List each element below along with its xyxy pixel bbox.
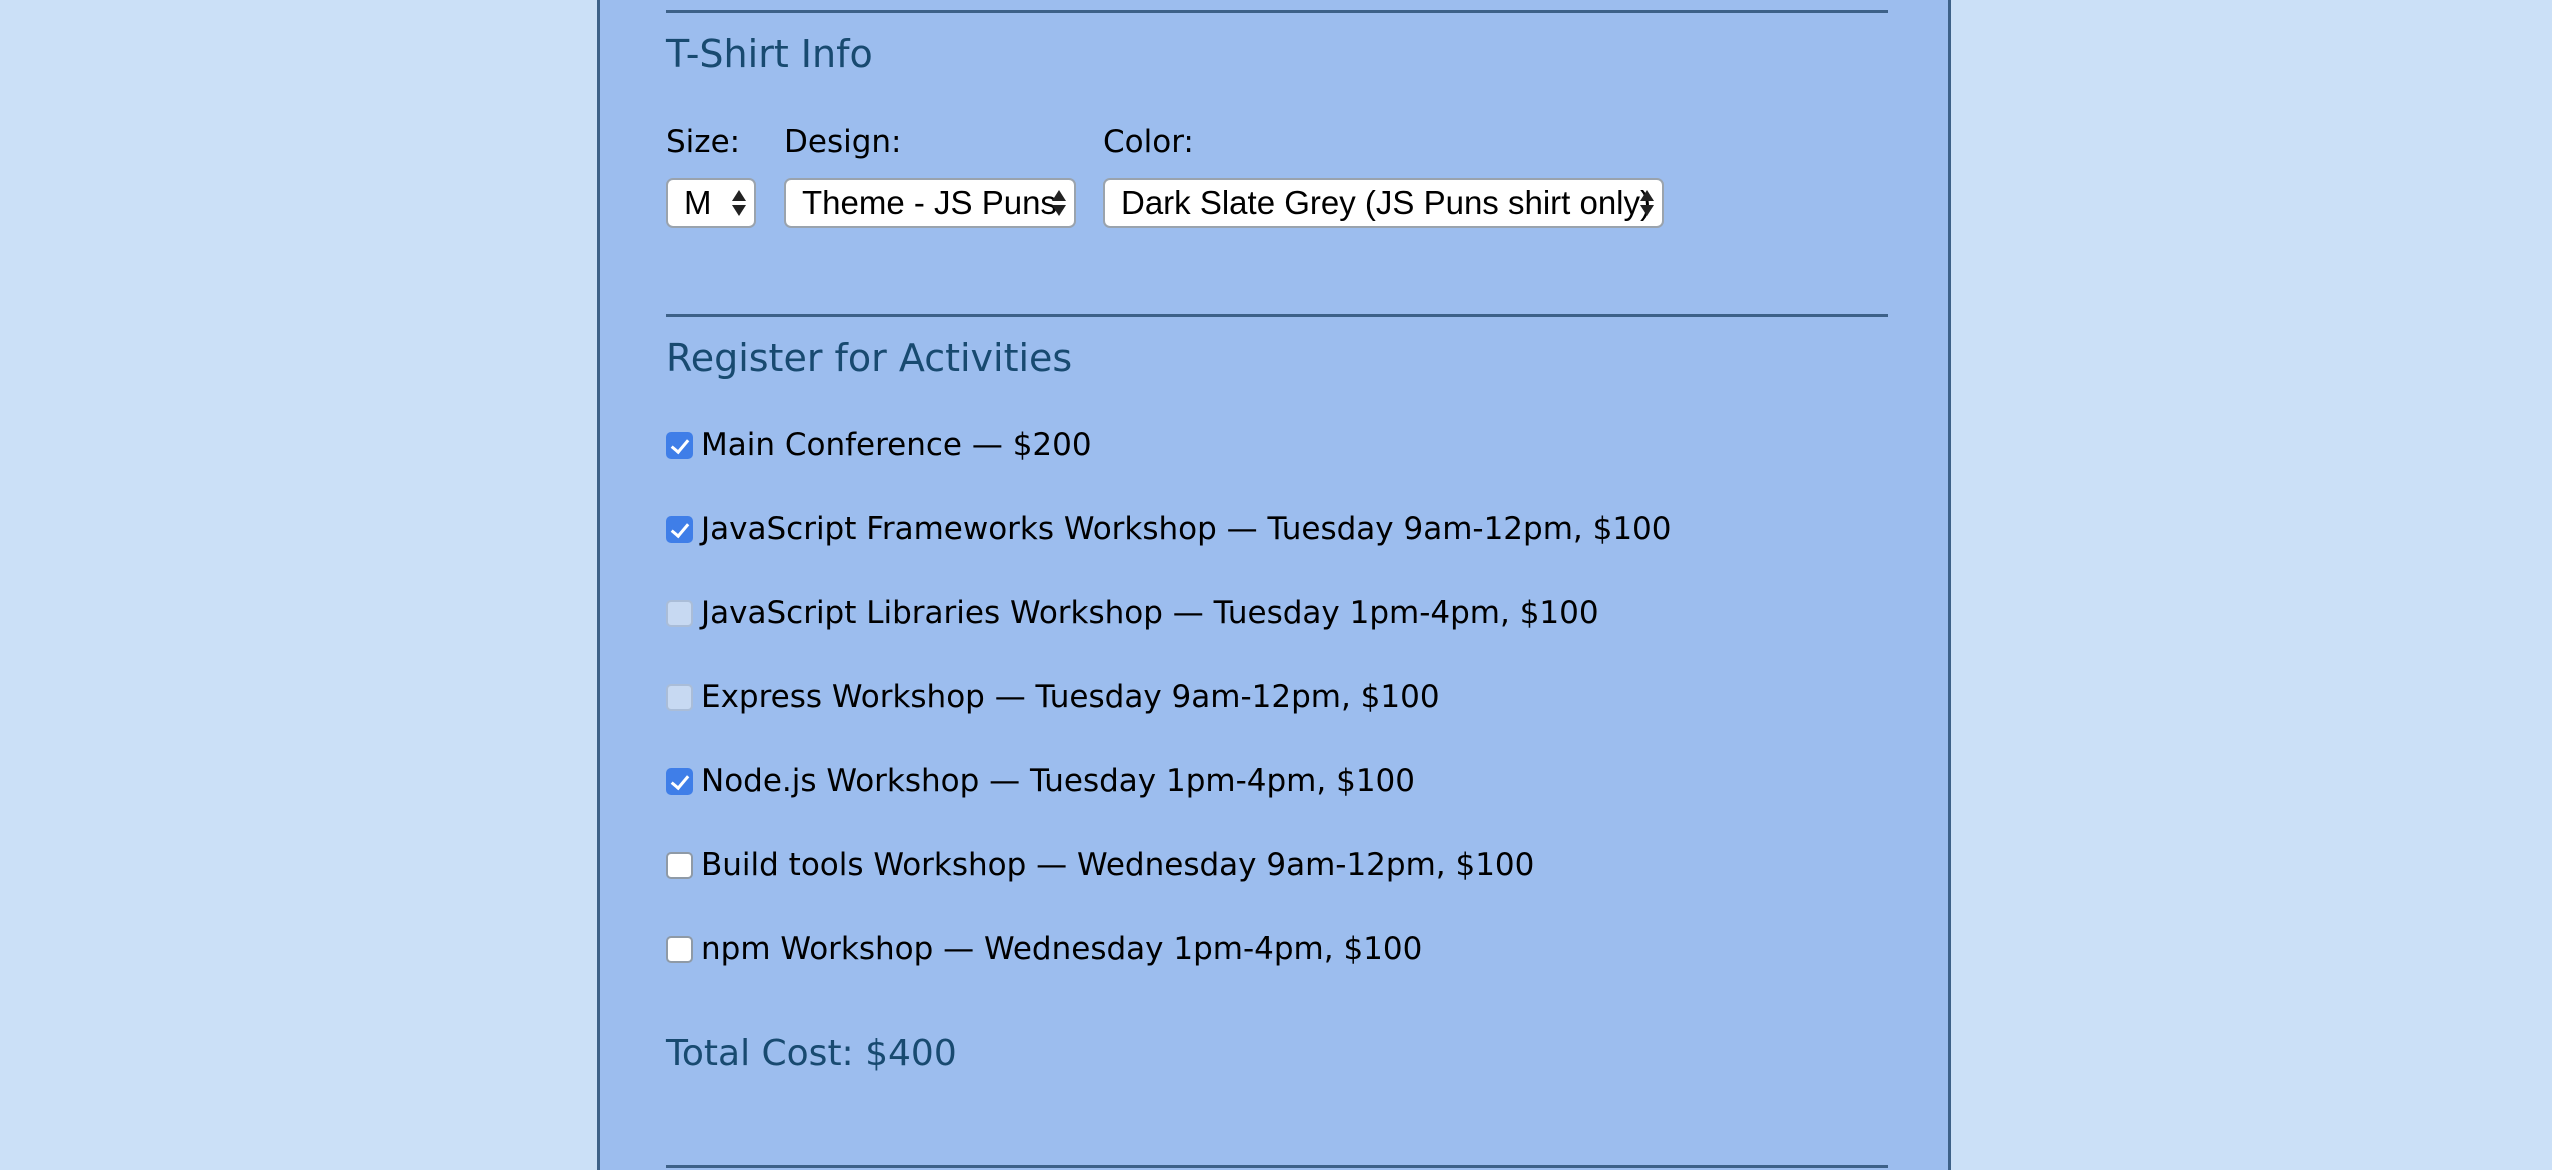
activity-label: Express Workshop — Tuesday 9am-12pm, $10…: [701, 679, 1440, 715]
total-cost: Total Cost: $400: [666, 1033, 957, 1074]
activity-item[interactable]: Build tools Workshop — Wednesday 9am-12p…: [666, 845, 1534, 885]
activity-checkbox[interactable]: [666, 515, 693, 543]
tshirt-section-title: T-Shirt Info: [666, 32, 873, 76]
activity-label: JavaScript Libraries Workshop — Tuesday …: [701, 595, 1599, 631]
updown-arrows-icon: [1052, 188, 1066, 218]
form-panel: T-Shirt Info Size: Design: Color: M Them…: [597, 0, 1951, 1170]
activities-section-title: Register for Activities: [666, 336, 1073, 380]
activity-checkbox: [666, 599, 693, 627]
activity-checkbox[interactable]: [666, 935, 693, 963]
activity-item[interactable]: Main Conference — $200: [666, 425, 1092, 465]
activity-checkbox[interactable]: [666, 851, 693, 879]
size-label: Size:: [666, 124, 741, 160]
activity-item[interactable]: JavaScript Frameworks Workshop — Tuesday…: [666, 509, 1672, 549]
activity-label: Build tools Workshop — Wednesday 9am-12p…: [701, 847, 1535, 883]
activity-label: Node.js Workshop — Tuesday 1pm-4pm, $100: [701, 763, 1415, 799]
activity-label: JavaScript Frameworks Workshop — Tuesday…: [701, 511, 1672, 547]
color-select-value: Dark Slate Grey (JS Puns shirt only): [1121, 184, 1651, 221]
color-label: Color:: [1103, 124, 1194, 160]
section-divider: [666, 1165, 1888, 1168]
activity-item[interactable]: Express Workshop — Tuesday 9am-12pm, $10…: [666, 677, 1440, 717]
section-divider: [666, 314, 1888, 317]
design-label: Design:: [784, 124, 902, 160]
activity-item[interactable]: JavaScript Libraries Workshop — Tuesday …: [666, 593, 1599, 633]
updown-arrows-icon: [1640, 188, 1654, 218]
size-select[interactable]: M: [666, 178, 756, 228]
activity-item[interactable]: Node.js Workshop — Tuesday 1pm-4pm, $100: [666, 761, 1415, 801]
size-select-value: M: [684, 184, 712, 221]
updown-arrows-icon: [732, 188, 746, 218]
activity-item[interactable]: npm Workshop — Wednesday 1pm-4pm, $100: [666, 929, 1422, 969]
design-select[interactable]: Theme - JS Puns: [784, 178, 1076, 228]
activity-checkbox[interactable]: [666, 767, 693, 795]
activity-label: Main Conference — $200: [701, 427, 1092, 463]
activity-label: npm Workshop — Wednesday 1pm-4pm, $100: [701, 931, 1423, 967]
color-select[interactable]: Dark Slate Grey (JS Puns shirt only): [1103, 178, 1664, 228]
section-divider: [666, 10, 1888, 13]
activity-checkbox[interactable]: [666, 431, 693, 459]
activity-checkbox: [666, 683, 693, 711]
design-select-value: Theme - JS Puns: [802, 184, 1057, 221]
